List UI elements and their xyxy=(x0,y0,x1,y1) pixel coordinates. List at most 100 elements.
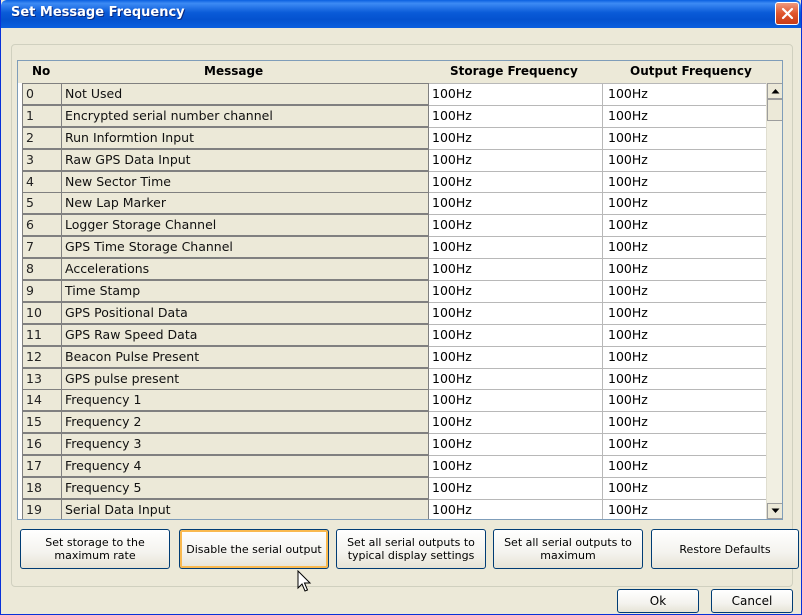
storage-frequency-cell[interactable]: 100Hz xyxy=(429,214,603,237)
table-row[interactable]: 10 GPS Positional Data 100Hz 100Hz xyxy=(18,301,768,324)
row-number: 18 xyxy=(22,477,62,500)
row-number: 15 xyxy=(22,411,62,434)
table-row[interactable]: 13 GPS pulse present 100Hz 100Hz xyxy=(18,367,768,390)
table-row[interactable]: 3 Raw GPS Data Input 100Hz 100Hz xyxy=(18,148,768,171)
table-row[interactable]: 0 Not Used 100Hz 100Hz xyxy=(18,83,768,105)
output-frequency-cell[interactable]: 100Hz xyxy=(603,301,768,324)
table-row[interactable]: 18 Frequency 5 100Hz 100Hz xyxy=(18,477,768,500)
header-storage-frequency: Storage Frequency xyxy=(450,64,578,78)
message-name: New Lap Marker xyxy=(61,192,429,215)
storage-frequency-cell[interactable]: 100Hz xyxy=(429,433,603,456)
storage-frequency-cell[interactable]: 100Hz xyxy=(429,498,603,519)
storage-frequency-cell[interactable]: 100Hz xyxy=(429,367,603,390)
message-name: Frequency 2 xyxy=(61,411,429,434)
close-button[interactable] xyxy=(775,2,799,25)
message-name: Beacon Pulse Present xyxy=(61,345,429,368)
arrow-down-icon xyxy=(771,508,780,513)
row-number: 13 xyxy=(22,367,62,390)
output-frequency-cell[interactable]: 100Hz xyxy=(603,236,768,259)
output-frequency-cell[interactable]: 100Hz xyxy=(603,411,768,434)
table-row[interactable]: 2 Run Informtion Input 100Hz 100Hz xyxy=(18,126,768,149)
window-title: Set Message Frequency xyxy=(11,5,185,20)
storage-frequency-cell[interactable]: 100Hz xyxy=(429,301,603,324)
storage-frequency-cell[interactable]: 100Hz xyxy=(429,389,603,412)
output-frequency-cell[interactable]: 100Hz xyxy=(603,389,768,412)
title-bar[interactable]: Set Message Frequency xyxy=(1,0,801,28)
row-number: 4 xyxy=(22,170,62,193)
storage-frequency-cell[interactable]: 100Hz xyxy=(429,236,603,259)
storage-frequency-cell[interactable]: 100Hz xyxy=(429,258,603,281)
table-row[interactable]: 19 Serial Data Input 100Hz 100Hz xyxy=(18,498,768,519)
output-frequency-cell[interactable]: 100Hz xyxy=(603,192,768,215)
table-row[interactable]: 1 Encrypted serial number channel 100Hz 100… xyxy=(18,104,768,127)
table-row[interactable]: 17 Frequency 4 100Hz 100Hz xyxy=(18,455,768,478)
storage-frequency-cell[interactable]: 100Hz xyxy=(429,477,603,500)
storage-frequency-cell[interactable]: 100Hz xyxy=(429,170,603,193)
output-frequency-cell[interactable]: 100Hz xyxy=(603,126,768,149)
message-name: GPS Positional Data xyxy=(61,301,429,324)
row-number: 1 xyxy=(22,104,62,127)
storage-frequency-cell[interactable]: 100Hz xyxy=(429,345,603,368)
storage-frequency-cell[interactable]: 100Hz xyxy=(429,83,603,105)
storage-frequency-cell[interactable]: 100Hz xyxy=(429,126,603,149)
output-frequency-cell[interactable]: 100Hz xyxy=(603,104,768,127)
row-number: 14 xyxy=(22,389,62,412)
table-row[interactable]: 12 Beacon Pulse Present 100Hz 100Hz xyxy=(18,345,768,368)
output-frequency-cell[interactable]: 100Hz xyxy=(603,214,768,237)
table-row[interactable]: 5 New Lap Marker 100Hz 100Hz xyxy=(18,192,768,215)
arrow-up-icon xyxy=(771,89,780,94)
output-frequency-cell[interactable]: 100Hz xyxy=(603,498,768,519)
disable-serial-output-button[interactable]: Disable the serial output xyxy=(179,529,329,569)
output-frequency-cell[interactable]: 100Hz xyxy=(603,367,768,390)
restore-defaults-button[interactable]: Restore Defaults xyxy=(651,529,799,569)
set-storage-max-button[interactable]: Set storage to the maximum rate xyxy=(20,529,170,569)
output-frequency-cell[interactable]: 100Hz xyxy=(603,345,768,368)
cancel-button[interactable]: Cancel xyxy=(711,589,793,613)
output-frequency-cell[interactable]: 100Hz xyxy=(603,148,768,171)
scroll-down-button[interactable] xyxy=(767,503,782,519)
row-number: 16 xyxy=(22,433,62,456)
storage-frequency-cell[interactable]: 100Hz xyxy=(429,148,603,171)
vertical-scrollbar[interactable] xyxy=(766,83,782,519)
message-name: GPS Raw Speed Data xyxy=(61,323,429,346)
scroll-up-button[interactable] xyxy=(767,83,782,99)
storage-frequency-cell[interactable]: 100Hz xyxy=(429,411,603,434)
message-name: Frequency 3 xyxy=(61,433,429,456)
storage-frequency-cell[interactable]: 100Hz xyxy=(429,104,603,127)
message-frequency-grid: No Message Storage Frequency Output Freq… xyxy=(17,60,783,520)
set-serial-max-button[interactable]: Set all serial outputs to maximum xyxy=(493,529,643,569)
table-row[interactable]: 11 GPS Raw Speed Data 100Hz 100Hz xyxy=(18,323,768,346)
table-row[interactable]: 15 Frequency 2 100Hz 100Hz xyxy=(18,411,768,434)
table-row[interactable]: 8 Accelerations 100Hz 100Hz xyxy=(18,258,768,281)
dialog-window: Set Message Frequency No Message Storage… xyxy=(0,0,802,615)
message-name: Raw GPS Data Input xyxy=(61,148,429,171)
output-frequency-cell[interactable]: 100Hz xyxy=(603,280,768,303)
row-number: 10 xyxy=(22,301,62,324)
storage-frequency-cell[interactable]: 100Hz xyxy=(429,280,603,303)
storage-frequency-cell[interactable]: 100Hz xyxy=(429,455,603,478)
output-frequency-cell[interactable]: 100Hz xyxy=(603,455,768,478)
table-row[interactable]: 16 Frequency 3 100Hz 100Hz xyxy=(18,433,768,456)
storage-frequency-cell[interactable]: 100Hz xyxy=(429,323,603,346)
header-no: No xyxy=(32,64,51,78)
output-frequency-cell[interactable]: 100Hz xyxy=(603,170,768,193)
table-row[interactable]: 6 Logger Storage Channel 100Hz 100Hz xyxy=(18,214,768,237)
output-frequency-cell[interactable]: 100Hz xyxy=(603,83,768,105)
output-frequency-cell[interactable]: 100Hz xyxy=(603,433,768,456)
storage-frequency-cell[interactable]: 100Hz xyxy=(429,192,603,215)
output-frequency-cell[interactable]: 100Hz xyxy=(603,477,768,500)
row-number: 9 xyxy=(22,280,62,303)
table-row[interactable]: 4 New Sector Time 100Hz 100Hz xyxy=(18,170,768,193)
table-row[interactable]: 7 GPS Time Storage Channel 100Hz 100Hz xyxy=(18,236,768,259)
set-serial-typical-button[interactable]: Set all serial outputs to typical displa… xyxy=(336,529,486,569)
grid-rows: 0 Not Used 100Hz 100Hz 1 Encrypted serial num… xyxy=(18,83,768,519)
table-row[interactable]: 14 Frequency 1 100Hz 100Hz xyxy=(18,389,768,412)
row-number: 6 xyxy=(22,214,62,237)
table-row[interactable]: 9 Time Stamp 100Hz 100Hz xyxy=(18,280,768,303)
row-number: 17 xyxy=(22,455,62,478)
output-frequency-cell[interactable]: 100Hz xyxy=(603,323,768,346)
message-name: New Sector Time xyxy=(61,170,429,193)
output-frequency-cell[interactable]: 100Hz xyxy=(603,258,768,281)
scroll-thumb[interactable] xyxy=(767,99,782,121)
ok-button[interactable]: Ok xyxy=(617,589,699,613)
